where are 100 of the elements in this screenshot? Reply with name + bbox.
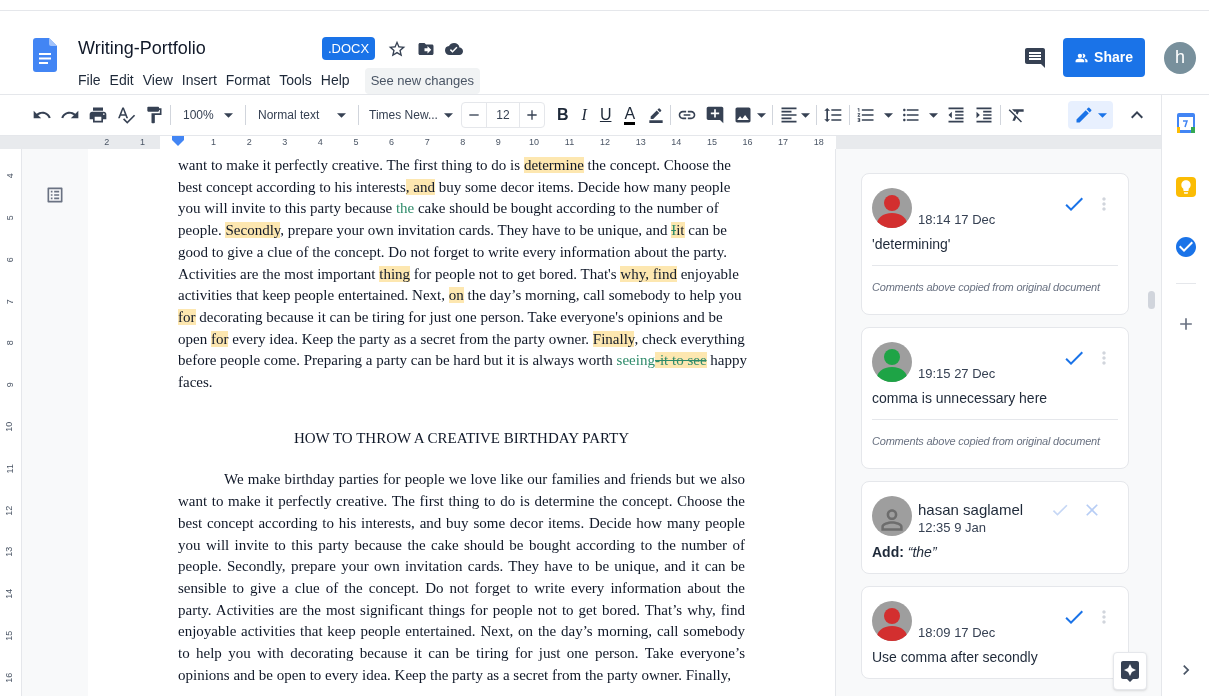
format-button[interactable]: U [599, 103, 612, 127]
increase-indent-icon[interactable] [974, 105, 995, 125]
scrollbar-thumb[interactable] [1148, 291, 1155, 309]
ruler-number: 13 [634, 135, 647, 149]
comment-text: Add: “the” [872, 543, 938, 562]
ruler-number: 9 [494, 135, 502, 149]
decrease-indent-icon[interactable] [946, 105, 967, 125]
menu-item[interactable]: Help [320, 70, 350, 92]
caret-icon [337, 112, 346, 118]
format-button[interactable]: B [557, 103, 569, 127]
ruler-number: 4 [3, 173, 16, 179]
document-title[interactable]: Writing-Portfolio [78, 35, 322, 62]
comments-icon[interactable] [1023, 45, 1047, 70]
menu-item[interactable]: Insert [181, 70, 217, 92]
caret-icon [444, 112, 453, 118]
ruler-number: 1 [210, 135, 218, 149]
ruler-number: 11 [563, 135, 576, 149]
ruler-number: 10 [527, 135, 540, 149]
docs-logo-icon[interactable] [33, 38, 57, 72]
sparkle-icon [1118, 659, 1142, 683]
line-spacing-icon[interactable] [823, 105, 844, 125]
comment-time: 12:35 9 Jan [918, 520, 987, 536]
add-comment-button[interactable] [1113, 652, 1147, 690]
share-button[interactable]: Share [1063, 38, 1145, 77]
ruler-number: 12 [3, 505, 16, 516]
font-dropdown[interactable]: Times New... [365, 106, 457, 124]
ruler-number: 8 [459, 135, 467, 149]
style-dropdown[interactable]: Normal text [252, 106, 352, 124]
menu-item[interactable]: Format [225, 70, 271, 92]
ruler-number: 6 [3, 257, 16, 262]
menu-item[interactable]: Tools [279, 70, 312, 92]
calendar-icon[interactable] [1176, 113, 1195, 133]
ruler-number: 10 [3, 421, 16, 432]
ruler-number: 2 [245, 135, 253, 149]
ruler-number: 8 [3, 340, 16, 346]
author-name: hasan saglamel [918, 500, 1025, 520]
caret-icon [801, 112, 811, 118]
ruler-number: 7 [3, 298, 16, 304]
ruler-number: 18 [812, 135, 825, 149]
comment-card[interactable]: 18:14 17 Dec 'determining' Comments above copied from original document [861, 173, 1129, 315]
comment-time: 19:15 27 Dec [918, 366, 997, 382]
tasks-icon[interactable] [1173, 235, 1198, 259]
comment-text: 'determining' [872, 235, 952, 254]
ruler-number: 15 [705, 135, 718, 149]
indent-marker-icon[interactable] [172, 135, 184, 146]
spellcheck-icon[interactable] [116, 105, 136, 125]
comment-time: 18:14 17 Dec [918, 212, 997, 228]
ruler-number: 9 [3, 382, 16, 388]
comment-note: Comments above copied from original document [872, 435, 1100, 447]
ruler-number: 2 [103, 135, 111, 149]
format-button[interactable]: I [581, 103, 587, 127]
ruler-number: 1 [138, 135, 146, 149]
comment-note: Comments above copied from original document [872, 281, 1100, 293]
ruler-number: 6 [388, 135, 396, 149]
image-icon[interactable] [733, 105, 754, 125]
document-paragraph: want to make it perfectly creative. The first thing to do is determine the concept. Choose the best concept according to his interests, and buy some decor items. Decide how many people you will invite to this party because the cake should be bought according to the number of people. Secondly, prepare your own invitation cards. They have to be unique, and Iit can be good to give a clue of the concept. Do not forget to write every information about the party. Activities are the most important thing for people not to get bored. That's why, find enjoyable activities that keep people entertained. Next, on the day’s morning, call somebody to help you for decorating because it can be tiring for just one person. Take everyone's opinions and be open for every idea. Keep the party as a secret from the party owner. Finally, check everything before people come. Preparing a party can be hard but it is always worth seeing-it to see happy faces. [178, 156, 748, 393]
print-icon[interactable] [88, 105, 108, 125]
increase-size-icon[interactable] [524, 107, 540, 123]
highlighter-icon[interactable] [648, 107, 665, 123]
ruler-number: 5 [3, 215, 16, 221]
numbered-list-icon[interactable] [856, 105, 877, 125]
see-new-changes-button[interactable]: See new changes [364, 68, 480, 94]
ruler-number: 14 [3, 588, 16, 599]
pencil-icon [1074, 105, 1094, 125]
ruler-number: 14 [670, 135, 683, 149]
ruler-number: 13 [3, 547, 16, 558]
caret-icon [224, 112, 233, 118]
caret-icon [1098, 112, 1107, 118]
menu-item[interactable]: View [142, 70, 173, 92]
document-paragraph: We make birthday parties for people we love like our families and friends but we also want to make it perfectly creative. The first thing to do is determine the concept. Choose the best concept according to his interests, and buy some decor items. Decide how many people you will invite to this party because the cake should be bought according to the number of people. Secondly, prepare your own invitation cards. They have to be unique, and it can be sensible to give a clue of the concept. Do not forget to write every information about the party. Activities are the most significant things for people not to get bored. That’s why, find enjoyable activities that keep people entertained. Next, on the day’s morning, call somebody to help you with decorating because it can be tiring for just one person. Take everyone’s opinions and be open to every idea. Keep the party as a secret from the party owner. Finally, [178, 470, 745, 685]
file-type-badge[interactable]: .DOCX [322, 36, 376, 61]
caret-icon [757, 112, 767, 118]
zoom-dropdown[interactable]: 100% [177, 106, 239, 124]
outline-icon[interactable] [45, 185, 65, 205]
ruler-number: 16 [741, 135, 754, 149]
ruler-number: 7 [423, 135, 431, 149]
ruler-number: 17 [777, 135, 790, 149]
comment-card[interactable]: 19:15 27 Dec comma is unnecessary here Comments above copied from original document [861, 327, 1129, 469]
comment-card[interactable]: 18:09 17 Dec Use comma after secondly [861, 586, 1129, 679]
avatar [872, 496, 912, 536]
ruler-number: 11 [3, 463, 16, 474]
comment-text: Use comma after secondly [872, 648, 1039, 667]
ruler-number: 5 [352, 135, 360, 149]
add-comment-icon[interactable] [705, 105, 726, 125]
ruler-number: 15 [3, 630, 16, 641]
paint-format-icon[interactable] [144, 105, 164, 125]
align-icon[interactable] [779, 105, 800, 125]
comment-text: comma is unnecessary here [872, 389, 1049, 408]
ruler-number: 12 [599, 135, 612, 149]
format-button[interactable]: A [624, 105, 636, 125]
ruler-number: 4 [316, 135, 324, 149]
editing-mode-button[interactable] [1068, 101, 1113, 129]
document-heading: HOW TO THROW A CREATIVE BIRTHDAY PARTY [292, 428, 631, 448]
menu-item[interactable]: Edit [109, 70, 134, 92]
menu-item[interactable]: File [78, 70, 101, 92]
caret-icon [884, 112, 894, 118]
ruler-number: 16 [3, 672, 16, 683]
caret-icon [929, 112, 939, 118]
ruler-number: 3 [281, 135, 289, 149]
comment-time: 18:09 17 Dec [918, 625, 997, 641]
